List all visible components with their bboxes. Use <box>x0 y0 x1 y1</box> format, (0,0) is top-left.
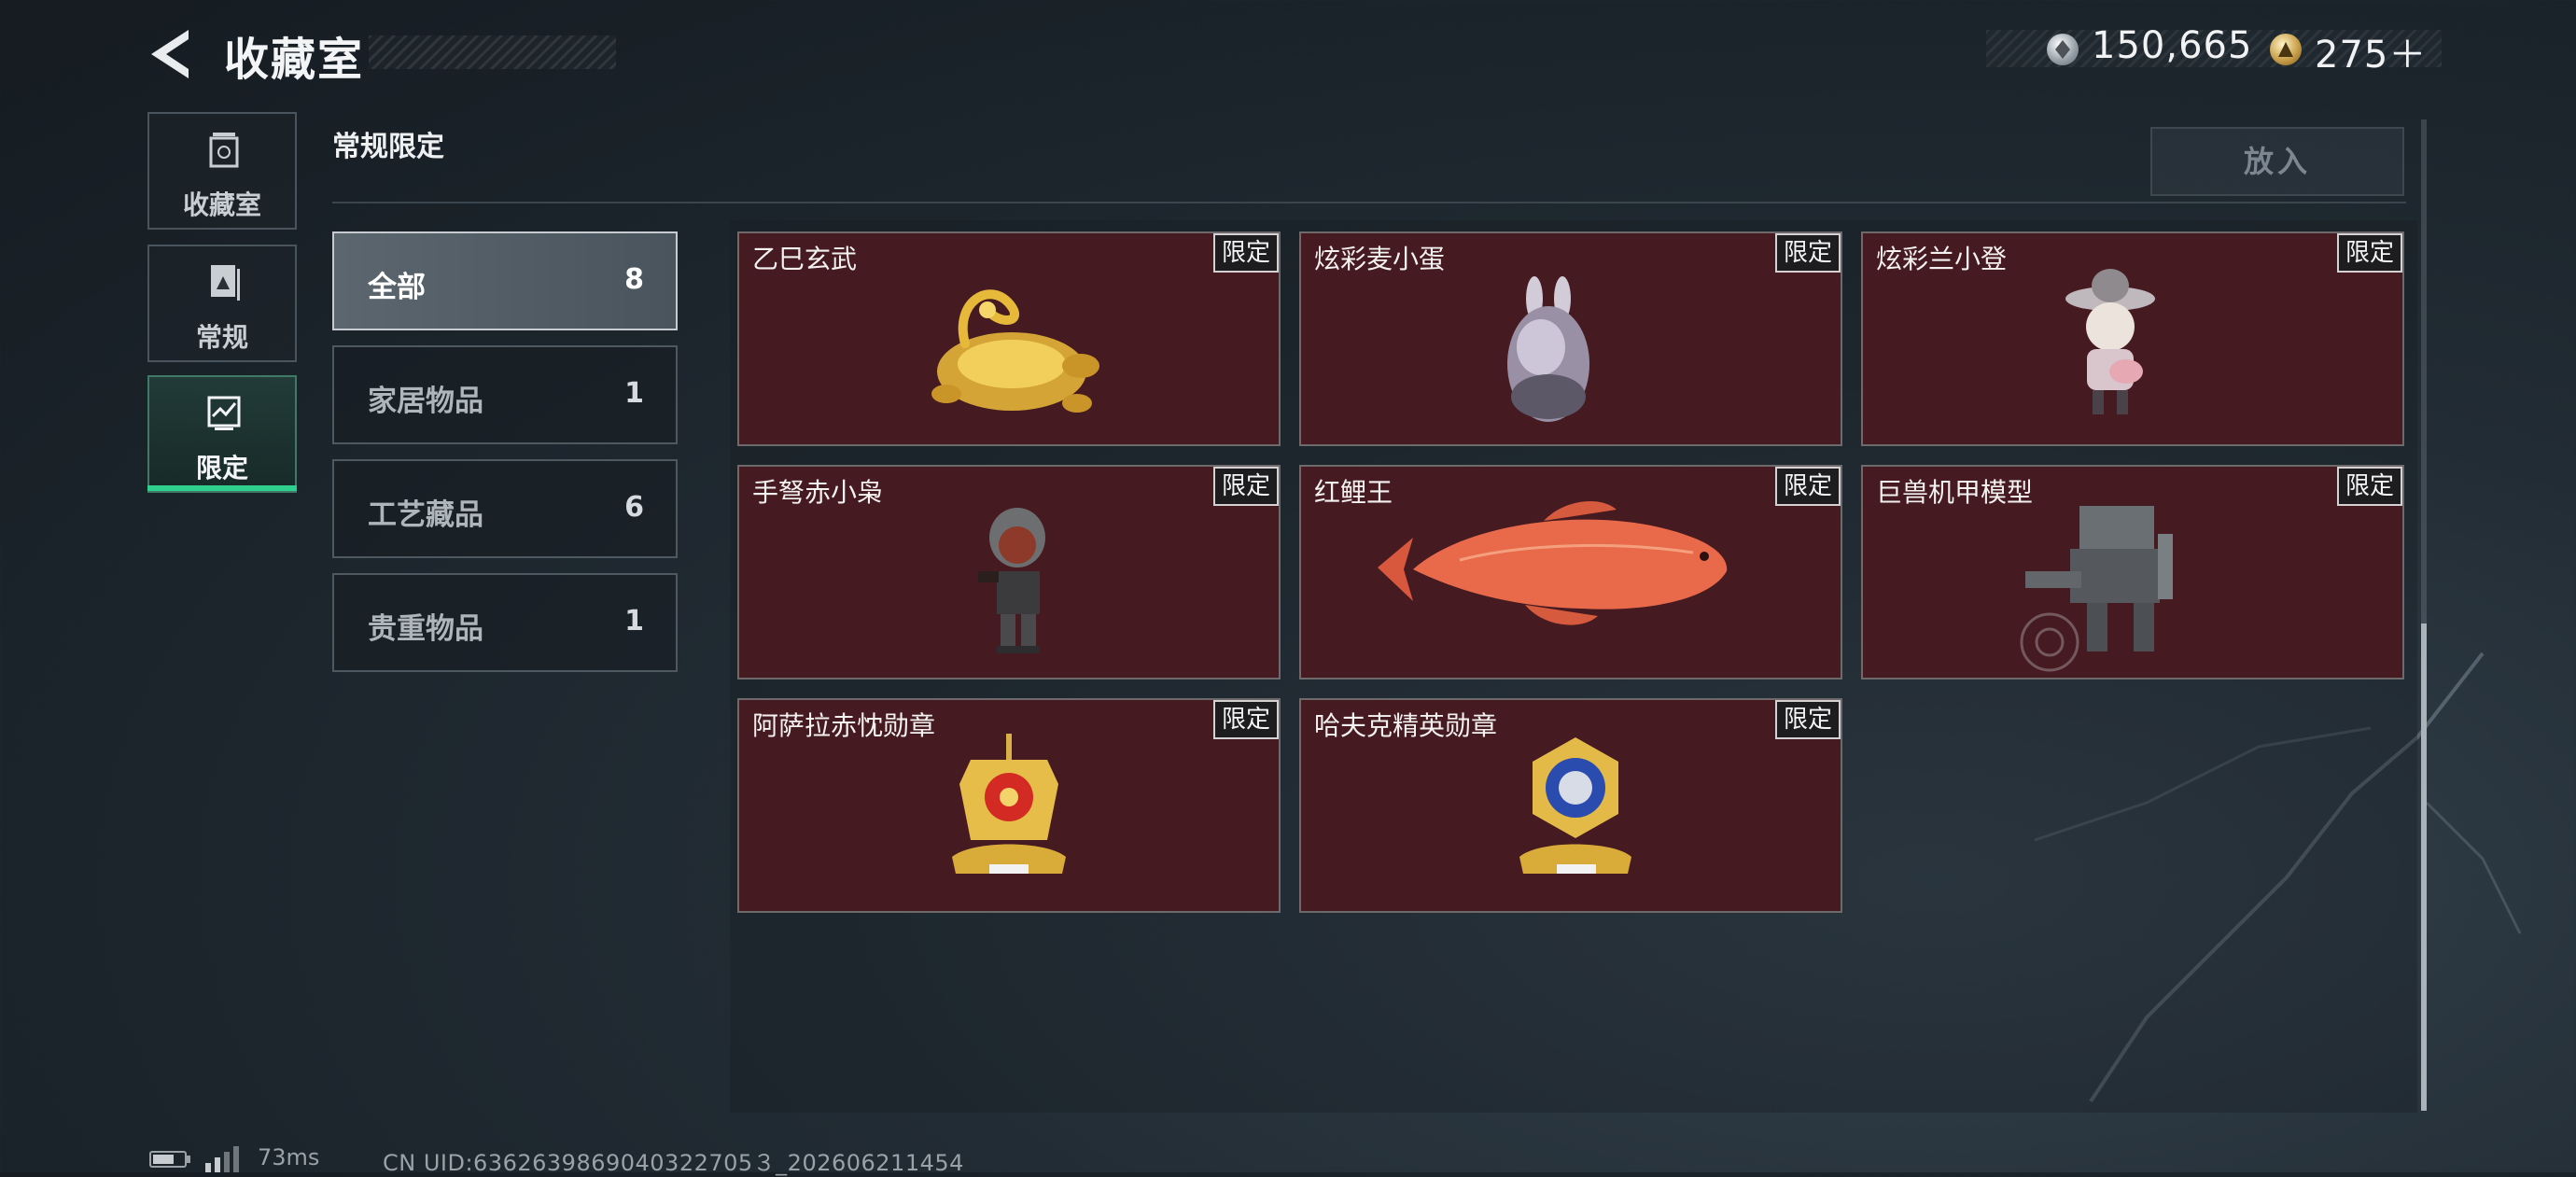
limited-badge: 限定 <box>2337 467 2402 506</box>
rail-item-label: 收藏室 <box>182 189 261 220</box>
silver-currency-amount: 150,665 <box>2092 24 2253 67</box>
trash-bin-icon <box>209 133 239 168</box>
category-count: 1 <box>624 377 644 410</box>
category-label: 家居物品 <box>368 385 483 418</box>
category-count: 8 <box>624 263 644 296</box>
category-label: 全部 <box>368 271 426 304</box>
category-count: 1 <box>624 605 644 638</box>
limited-badge: 限定 <box>2337 233 2402 273</box>
limited-badge: 限定 <box>1213 467 1279 506</box>
item-name: 手弩赤小枭 <box>752 477 884 508</box>
rail-active-indicator <box>147 485 297 491</box>
category-all[interactable]: 全部 8 <box>332 231 678 330</box>
category-home-items[interactable]: 家居物品 1 <box>332 345 678 444</box>
category-crafts[interactable]: 工艺藏品 6 <box>332 459 678 558</box>
scrollbar-thumb[interactable] <box>2421 624 2427 1111</box>
item-card[interactable]: 炫彩麦小蛋 限定 <box>1299 231 1842 446</box>
limited-badge: 限定 <box>1213 700 1279 739</box>
divider <box>332 202 2406 203</box>
item-name: 炫彩兰小登 <box>1876 244 2008 274</box>
limited-badge: 限定 <box>1775 233 1841 273</box>
place-button[interactable]: 放入 <box>2150 127 2404 196</box>
document-icon <box>211 265 240 301</box>
rail-item-label: 常规 <box>195 322 248 353</box>
item-card[interactable]: 红鲤王 限定 <box>1299 465 1842 680</box>
item-card[interactable]: 哈夫克精英勋章 限定 <box>1299 698 1842 913</box>
item-card[interactable]: 阿萨拉赤忱勋章 限定 <box>737 698 1281 913</box>
rail-item-limited[interactable]: 限定 <box>147 375 297 493</box>
item-card[interactable]: 乙巳玄武 限定 <box>737 231 1281 446</box>
limited-icon <box>207 396 241 430</box>
limited-badge: 限定 <box>1775 467 1841 506</box>
item-name: 阿萨拉赤忱勋章 <box>752 710 936 741</box>
item-card[interactable]: 巨兽机甲模型 限定 <box>1861 465 2404 680</box>
item-card[interactable]: 炫彩兰小登 限定 <box>1861 231 2404 446</box>
item-name: 炫彩麦小蛋 <box>1314 244 1446 274</box>
gold-coin-icon <box>2270 34 2302 65</box>
category-count: 6 <box>624 491 644 524</box>
rail-item-regular[interactable]: 常规 <box>147 245 297 362</box>
back-arrow-icon[interactable] <box>147 28 194 80</box>
limited-badge: 限定 <box>1775 700 1841 739</box>
title-decoration <box>369 35 616 69</box>
signal-icon <box>205 1146 239 1172</box>
category-label: 贵重物品 <box>368 612 483 646</box>
battery-icon <box>149 1151 187 1168</box>
limited-badge: 限定 <box>1213 233 1279 273</box>
item-name: 乙巳玄武 <box>752 244 858 274</box>
page-title: 收藏室 <box>224 34 365 86</box>
section-title: 常规限定 <box>332 131 444 163</box>
ping-readout: 73ms <box>258 1144 320 1170</box>
item-name: 哈夫克精英勋章 <box>1314 710 1498 741</box>
item-name: 红鲤王 <box>1314 477 1393 508</box>
rail-item-label: 限定 <box>195 453 248 483</box>
item-card[interactable]: 手弩赤小枭 限定 <box>737 465 1281 680</box>
category-valuables[interactable]: 贵重物品 1 <box>332 573 678 672</box>
rail-item-collection-room[interactable]: 收藏室 <box>147 112 297 230</box>
battery-tip <box>187 1156 190 1163</box>
gold-currency-amount[interactable]: 275＋ <box>2315 24 2427 78</box>
silver-coin-icon <box>2047 34 2079 65</box>
category-label: 工艺藏品 <box>368 498 483 532</box>
item-name: 巨兽机甲模型 <box>1876 477 2034 508</box>
